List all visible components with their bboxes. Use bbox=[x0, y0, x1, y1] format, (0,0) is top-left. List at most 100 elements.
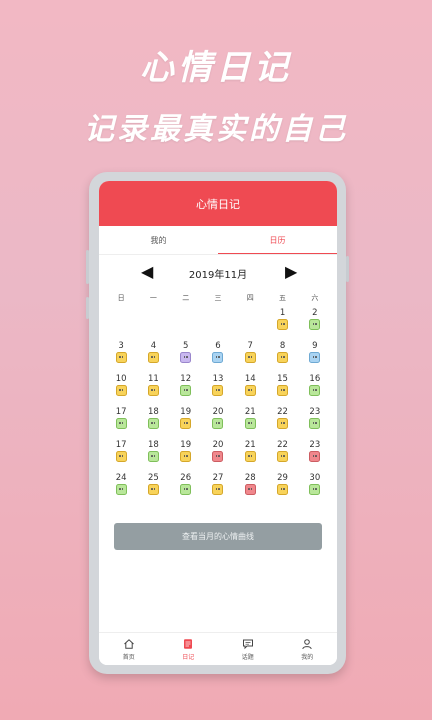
calendar-day[interactable]: 20 bbox=[202, 406, 234, 439]
day-number: 18 bbox=[148, 407, 159, 417]
mood-face-icon bbox=[212, 418, 224, 429]
nav-diary[interactable]: 日记 bbox=[159, 633, 219, 665]
calendar-day[interactable]: 19 bbox=[170, 406, 202, 439]
calendar-day[interactable]: 18 bbox=[137, 439, 169, 472]
mood-face-icon bbox=[244, 451, 256, 462]
mood-face-icon bbox=[277, 319, 289, 330]
calendar-day[interactable]: 23 bbox=[299, 406, 331, 439]
calendar-day[interactable]: 8 bbox=[266, 340, 298, 373]
calendar-day[interactable]: 6 bbox=[202, 340, 234, 373]
calendar-day[interactable]: 16 bbox=[299, 373, 331, 406]
mood-face-icon bbox=[147, 484, 159, 495]
calendar-day[interactable]: 21 bbox=[234, 406, 266, 439]
calendar-week-row: 12 bbox=[99, 307, 337, 340]
day-number: 26 bbox=[180, 473, 192, 483]
view-mood-curve-button[interactable]: 查看当月的心情曲线 bbox=[114, 523, 322, 550]
nav-mine[interactable]: 我的 bbox=[278, 633, 338, 665]
day-number: 19 bbox=[180, 407, 192, 417]
calendar-day[interactable]: 3 bbox=[105, 340, 137, 373]
day-number: 21 bbox=[244, 440, 256, 450]
mood-face-icon bbox=[180, 451, 192, 462]
nav-home[interactable]: 首页 bbox=[99, 633, 159, 665]
home-icon bbox=[123, 638, 134, 649]
calendar-day[interactable]: 11 bbox=[137, 373, 169, 406]
chat-icon bbox=[242, 639, 253, 649]
calendar-day[interactable]: 17 bbox=[105, 439, 137, 472]
mood-face-icon bbox=[180, 484, 192, 495]
day-number: 30 bbox=[309, 473, 321, 483]
mood-face-icon bbox=[277, 484, 289, 495]
calendar-day[interactable]: 21 bbox=[234, 439, 266, 472]
phone-side-button bbox=[346, 256, 349, 282]
calendar-day[interactable]: 5 bbox=[170, 340, 202, 373]
calendar-week-row: 17 18 19 20 21 22 23 bbox=[99, 406, 337, 439]
calendar-day[interactable]: 9 bbox=[299, 340, 331, 373]
weekday-label: 四 bbox=[246, 294, 254, 302]
calendar-day[interactable]: 4 bbox=[137, 340, 169, 373]
next-month-arrow-icon[interactable]: ▶ bbox=[285, 264, 297, 280]
mood-face-icon bbox=[147, 418, 159, 429]
day-number: 4 bbox=[150, 341, 157, 351]
day-number: 17 bbox=[115, 407, 127, 417]
calendar-day[interactable]: 24 bbox=[105, 472, 137, 505]
tab-bar: 我的 日历 bbox=[99, 226, 337, 255]
phone-side-button bbox=[86, 250, 89, 284]
mood-face-icon bbox=[147, 352, 159, 363]
calendar-day[interactable]: 12 bbox=[170, 373, 202, 406]
calendar-day[interactable]: 22 bbox=[266, 439, 298, 472]
mood-face-icon bbox=[115, 484, 127, 495]
calendar-day[interactable]: 2 bbox=[299, 307, 331, 340]
promo-subtitle: 记录最真实的自己 bbox=[84, 112, 348, 147]
calendar-day[interactable]: 1 bbox=[266, 307, 298, 340]
mood-face-icon bbox=[277, 352, 289, 363]
calendar-day[interactable]: 7 bbox=[234, 340, 266, 373]
tab-calendar[interactable]: 日历 bbox=[218, 226, 337, 254]
mood-face-icon bbox=[244, 484, 256, 495]
calendar-day[interactable]: 27 bbox=[202, 472, 234, 505]
calendar-day[interactable]: 10 bbox=[105, 373, 137, 406]
day-number: 16 bbox=[309, 374, 321, 384]
calendar-empty-cell bbox=[202, 307, 234, 340]
calendar-grid: 1 2 3 4 5 6 7 8 9 10 11 12 13 14 15 16 17 18 19 20 21 22 23 17 1… bbox=[99, 307, 337, 505]
calendar-day[interactable]: 23 bbox=[299, 439, 331, 472]
calendar-day[interactable]: 30 bbox=[299, 472, 331, 505]
day-number: 25 bbox=[148, 473, 159, 483]
mood-face-icon bbox=[277, 385, 289, 396]
calendar-day[interactable]: 18 bbox=[137, 406, 169, 439]
calendar-day[interactable]: 22 bbox=[266, 406, 298, 439]
month-navigator: ◀ 2019年11月 ▶ bbox=[99, 259, 337, 289]
calendar-day[interactable]: 19 bbox=[170, 439, 202, 472]
weekday-label: 二 bbox=[182, 294, 190, 302]
calendar-day[interactable]: 17 bbox=[105, 406, 137, 439]
mood-face-icon bbox=[244, 352, 256, 363]
nav-label: 首页 bbox=[122, 653, 135, 661]
day-number: 6 bbox=[215, 341, 221, 351]
nav-label: 话题 bbox=[241, 653, 254, 661]
mood-face-icon bbox=[180, 352, 192, 363]
nav-label: 我的 bbox=[301, 653, 314, 661]
day-number: 7 bbox=[247, 341, 253, 351]
calendar-day[interactable]: 25 bbox=[137, 472, 169, 505]
mood-face-icon bbox=[309, 451, 321, 462]
mood-face-icon bbox=[147, 385, 159, 396]
tab-mine[interactable]: 我的 bbox=[99, 226, 218, 254]
mood-face-icon bbox=[309, 319, 321, 330]
calendar-day[interactable]: 15 bbox=[266, 373, 298, 406]
calendar-day[interactable]: 29 bbox=[266, 472, 298, 505]
calendar-empty-cell bbox=[105, 307, 137, 340]
calendar-day[interactable]: 14 bbox=[234, 373, 266, 406]
calendar-day[interactable]: 13 bbox=[202, 373, 234, 406]
day-number: 1 bbox=[279, 308, 286, 318]
calendar-day[interactable]: 20 bbox=[202, 439, 234, 472]
mood-face-icon bbox=[115, 352, 127, 363]
calendar-day[interactable]: 26 bbox=[170, 472, 202, 505]
nav-topic[interactable]: 话题 bbox=[218, 633, 278, 665]
calendar-week-row: 3 4 5 6 7 8 9 bbox=[99, 340, 337, 373]
calendar-day[interactable]: 28 bbox=[234, 472, 266, 505]
day-number: 24 bbox=[115, 473, 127, 483]
nav-label: 日记 bbox=[182, 653, 195, 661]
calendar-empty-cell bbox=[170, 307, 202, 340]
bottom-nav: 首页 日记 话题 我的 bbox=[99, 632, 337, 665]
mood-face-icon bbox=[115, 385, 127, 396]
header-title: 心情日记 bbox=[196, 197, 240, 211]
